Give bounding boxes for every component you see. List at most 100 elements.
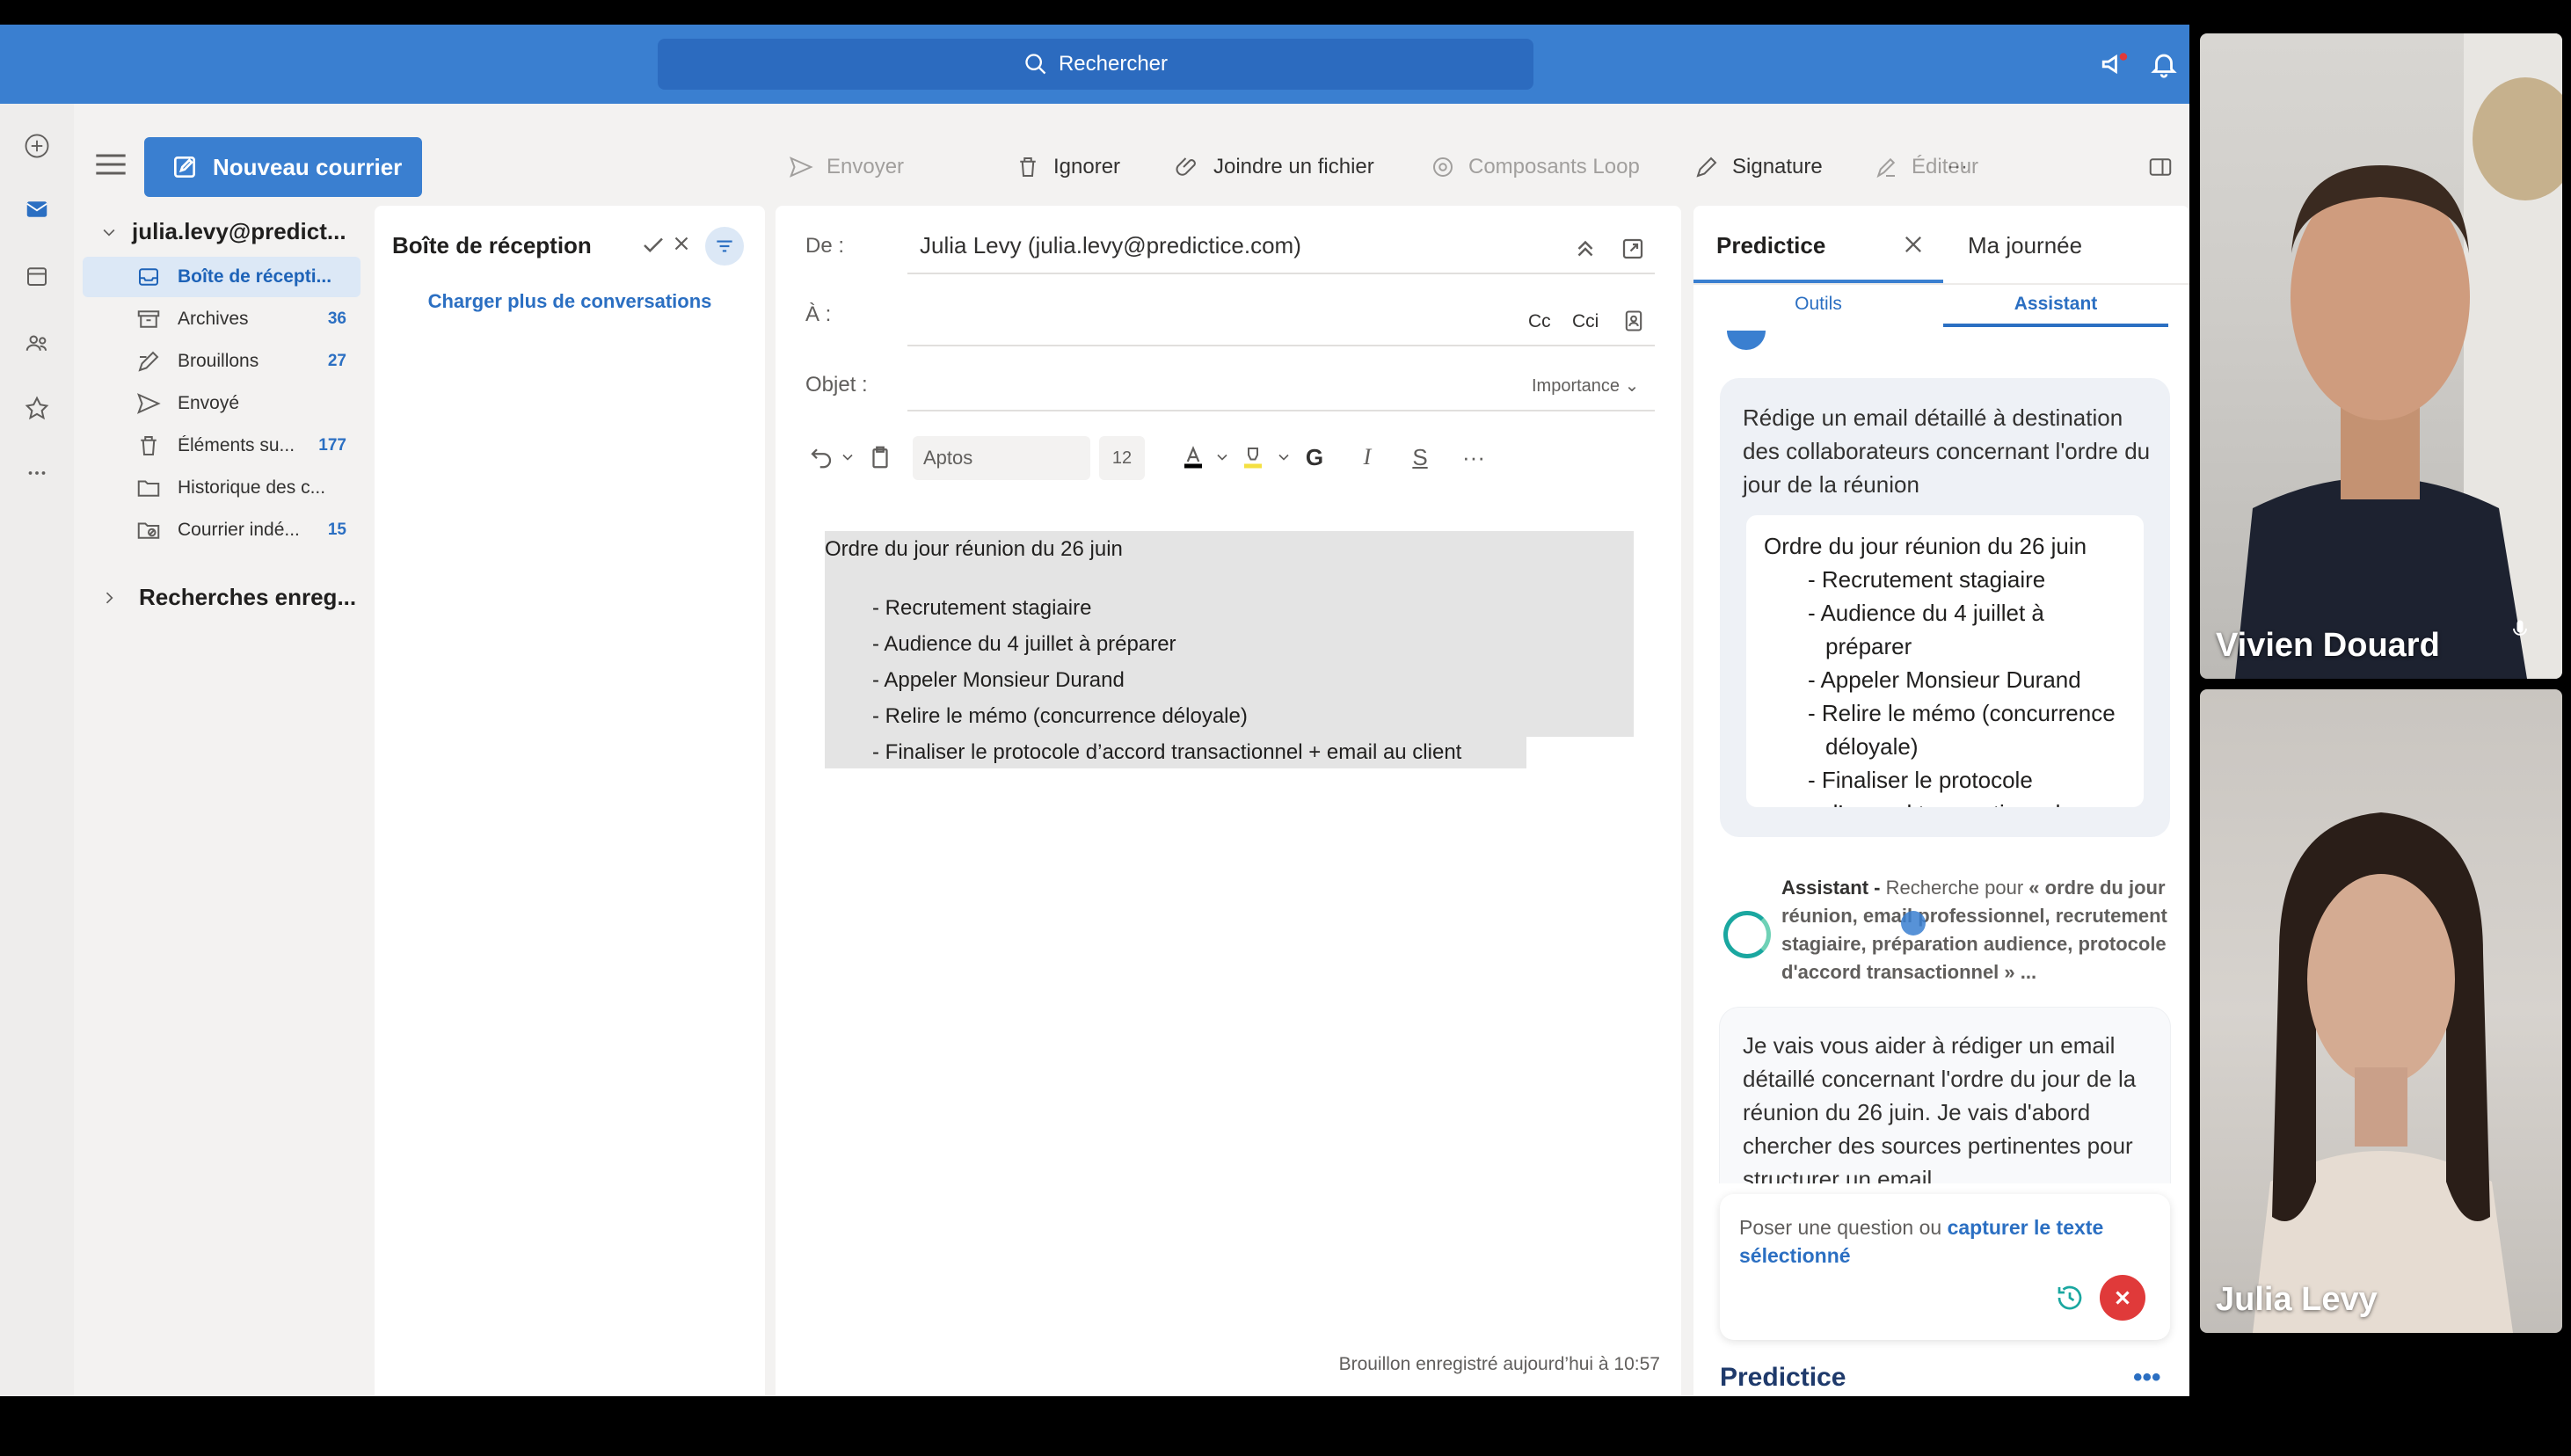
divider xyxy=(907,273,1655,274)
search-box[interactable]: Rechercher xyxy=(658,39,1533,90)
folder-name: Boîte de récepti... xyxy=(178,266,332,287)
user-prompt-text: Rédige un email détaillé à destination d… xyxy=(1743,404,2151,498)
discard-button[interactable]: Ignorer xyxy=(1015,149,1120,185)
tab-predictice[interactable]: Predictice xyxy=(1716,232,1825,259)
filter-button[interactable] xyxy=(705,227,744,266)
draft-icon xyxy=(138,351,159,372)
collapse-icon[interactable] xyxy=(1572,236,1599,262)
megaphone-icon[interactable] xyxy=(2100,49,2130,79)
subtab-assistant[interactable]: Assistant xyxy=(1943,294,2168,315)
pen-icon xyxy=(1696,157,1717,178)
undo-icon[interactable] xyxy=(805,441,837,473)
outlook-window: Rechercher Nouveau courrier Envoyer Igno… xyxy=(0,25,2189,1396)
message-list: Boîte de réception Charger plus de conve… xyxy=(375,206,765,1396)
mail-icon[interactable] xyxy=(19,192,55,227)
more-label: ··· xyxy=(1947,155,1968,178)
participant-video[interactable]: Vivien Douard xyxy=(2200,33,2562,679)
font-selector[interactable]: Aptos xyxy=(913,436,1090,480)
subtab-outils[interactable]: Outils xyxy=(1693,294,1943,315)
account-header[interactable]: julia.levy@predict... xyxy=(100,218,346,245)
address-book-icon[interactable] xyxy=(1621,308,1646,334)
folder-history[interactable]: Historique des c... xyxy=(83,468,361,508)
close-icon[interactable] xyxy=(1901,232,1926,257)
folder-archives[interactable]: Archives 36 xyxy=(83,299,361,339)
folder-name: Envoyé xyxy=(178,393,240,413)
load-more-link[interactable]: Charger plus de conversations xyxy=(375,290,765,313)
filter-icon xyxy=(717,240,732,252)
close-icon[interactable] xyxy=(670,232,696,258)
body-title: Ordre du jour réunion du 26 juin xyxy=(825,537,1123,561)
inbox-icon xyxy=(139,268,158,286)
cci-button[interactable]: Cci xyxy=(1572,311,1599,332)
cc-button[interactable]: Cc xyxy=(1528,311,1551,332)
participant-video[interactable]: Julia Levy xyxy=(2200,689,2562,1333)
add-icon[interactable] xyxy=(19,128,55,164)
quoted-item: - Finaliser le protocole d’accord transa… xyxy=(1808,767,2080,807)
more-format-icon[interactable]: ··· xyxy=(1456,441,1491,473)
body-item: - Audience du 4 juillet à préparer xyxy=(872,632,1176,656)
font-color-icon[interactable] xyxy=(1180,441,1206,473)
importance-dropdown[interactable]: Importance ⌄ xyxy=(1532,375,1639,397)
format-toolbar: Aptos 12 G I S ··· xyxy=(805,433,1650,482)
folder-junk[interactable]: Courrier indé... 15 xyxy=(83,510,361,550)
assistant-reply-text: Je vais vous aider à rédiger un email dé… xyxy=(1743,1032,2137,1183)
chevron-down-icon xyxy=(103,229,115,237)
message-body[interactable]: Ordre du jour réunion du 26 juin - Recru… xyxy=(825,531,1461,770)
archive-icon xyxy=(137,310,160,328)
calendar-icon[interactable] xyxy=(19,258,55,294)
new-mail-button[interactable]: Nouveau courrier xyxy=(144,137,422,197)
importance-label: Importance xyxy=(1532,376,1621,396)
bold-button[interactable]: G xyxy=(1301,441,1328,473)
folder-sent[interactable]: Envoyé xyxy=(83,383,361,424)
more-options-icon[interactable]: ••• xyxy=(2133,1363,2161,1393)
highlighter-icon[interactable] xyxy=(1240,441,1266,473)
folder-name: Archives xyxy=(178,309,249,329)
panel-toggle-icon[interactable] xyxy=(2147,149,2174,185)
italic-icon[interactable]: I xyxy=(1354,441,1380,473)
star-icon[interactable] xyxy=(19,390,55,426)
bell-icon[interactable] xyxy=(2149,49,2179,79)
history-icon[interactable] xyxy=(2054,1282,2086,1314)
send-button[interactable]: Envoyer xyxy=(788,149,904,185)
trash-icon xyxy=(1020,157,1036,177)
assistant-search-label: Recherche pour xyxy=(1885,877,2024,899)
from-field[interactable]: Julia Levy (julia.levy@predictice.com) xyxy=(920,232,1301,259)
strikethrough-icon[interactable]: S xyxy=(1407,441,1433,473)
folder-deleted[interactable]: Éléments su... 177 xyxy=(83,426,361,466)
ribbon-toolbar: Nouveau courrier Envoyer Ignorer Joindre… xyxy=(74,104,2189,206)
mark-all-read-icon[interactable] xyxy=(640,232,666,258)
more-options-button[interactable]: ··· xyxy=(1947,149,1968,185)
signature-button[interactable]: Signature xyxy=(1693,149,1823,185)
font-size-selector[interactable]: 12 xyxy=(1099,436,1145,480)
loop-button[interactable]: Composants Loop xyxy=(1430,149,1640,185)
editor-label: Éditeur xyxy=(1912,155,1979,178)
to-label: À : xyxy=(805,302,832,326)
clipboard-icon[interactable] xyxy=(867,441,893,473)
chevron-down-icon[interactable] xyxy=(839,441,856,473)
mic-icon xyxy=(2508,617,2532,642)
trash-icon xyxy=(141,436,157,455)
quoted-title: Ordre du jour réunion du 26 juin xyxy=(1764,533,2087,559)
saved-searches-header[interactable]: Recherches enreg... xyxy=(100,584,356,611)
folder-drafts[interactable]: Brouillons 27 xyxy=(83,341,361,382)
quoted-item: - Relire le mémo (concurrence déloyale) xyxy=(1808,700,2116,760)
popout-icon[interactable] xyxy=(1620,236,1646,262)
chat-thread[interactable]: Rédige un email détaillé à destination d… xyxy=(1693,331,2189,1183)
quoted-selection: Ordre du jour réunion du 26 juin - Recru… xyxy=(1746,515,2144,807)
hamburger-icon[interactable] xyxy=(93,151,128,178)
placeholder-text: Poser une question ou xyxy=(1739,1216,1942,1239)
folder-inbox[interactable]: Boîte de récepti... xyxy=(83,257,361,297)
more-apps-icon[interactable] xyxy=(19,455,55,491)
folder-name: Brouillons xyxy=(178,351,259,371)
tab-ma-journee[interactable]: Ma journée xyxy=(1968,232,2082,259)
stop-button[interactable] xyxy=(2100,1275,2145,1321)
body-item: - Relire le mémo (concurrence déloyale) xyxy=(872,704,1248,728)
chevron-down-icon[interactable] xyxy=(1275,441,1293,473)
participant-name: Julia Levy xyxy=(2216,1281,2378,1318)
active-subtab-indicator xyxy=(1943,324,2168,327)
participant-silhouette xyxy=(2253,812,2513,1333)
question-input[interactable]: Poser une question ou capturer le texte … xyxy=(1720,1194,2170,1340)
people-icon[interactable] xyxy=(19,325,55,360)
attach-button[interactable]: Joindre un fichier xyxy=(1175,149,1374,185)
chevron-down-icon[interactable] xyxy=(1213,441,1231,473)
